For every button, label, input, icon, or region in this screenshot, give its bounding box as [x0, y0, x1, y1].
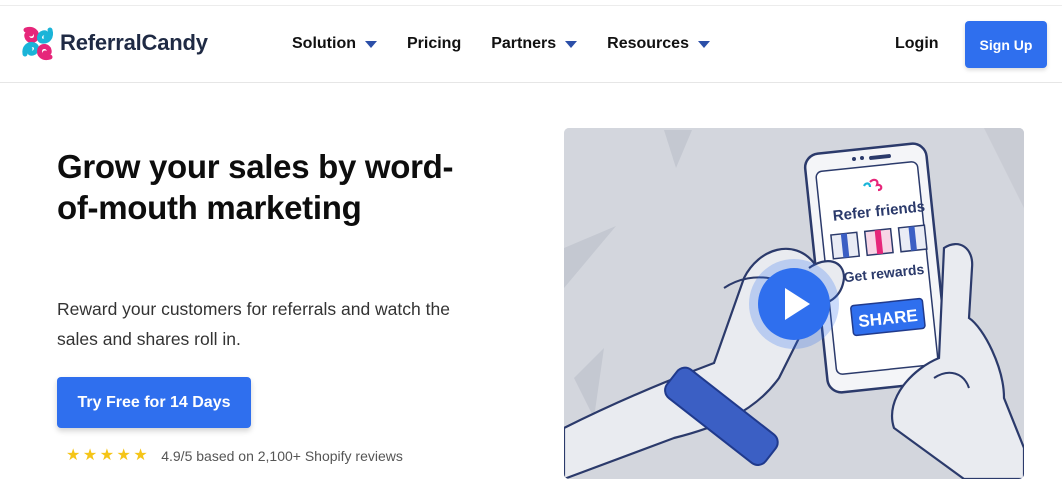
star-icon: ★ — [82, 447, 98, 464]
nav-item-label: Solution — [292, 35, 356, 52]
nav-item-partners[interactable]: Partners — [491, 35, 578, 53]
star-rating: ★ ★ ★ ★ ★ — [66, 447, 150, 465]
rating-summary: ★ ★ ★ ★ ★ 4.9/5 based on 2,100+ Shopify … — [66, 446, 403, 466]
star-icon: ★ — [66, 447, 81, 464]
nav-item-resources[interactable]: Resources — [607, 35, 710, 53]
hero-subtitle: Reward your customers for referrals and … — [57, 299, 450, 349]
nav-item-label: Pricing — [406, 35, 462, 52]
star-icon: ★ — [99, 447, 115, 464]
nav-item-label: Partners — [491, 35, 557, 52]
try-free-button[interactable]: Try Free for 14 Days — [57, 377, 251, 428]
nav-item-pricing[interactable]: Pricing — [407, 35, 461, 53]
site-header: ReferralCandy Solution Pricing Partners … — [0, 6, 1062, 83]
brand-logo[interactable]: ReferralCandy — [19, 22, 208, 64]
rating-text: 4.9/5 based on 2,100+ Shopify reviews — [161, 448, 403, 464]
sign-up-button[interactable]: Sign Up — [965, 21, 1047, 68]
caret-down-icon — [565, 41, 578, 48]
caret-down-icon — [697, 41, 710, 48]
login-link[interactable]: Login — [895, 35, 939, 53]
caret-down-icon — [364, 41, 377, 48]
nav-item-label: Resources — [607, 35, 689, 52]
candy-swirl-logo-icon — [19, 24, 57, 62]
nav-item-solution[interactable]: Solution — [292, 35, 377, 53]
video-illustration: Refer friends Get rewards SHARE — [564, 128, 1024, 479]
hero-video[interactable]: Refer friends Get rewards SHARE — [564, 128, 1024, 479]
hero-title: Grow your sales by word-of-mouth marketi… — [57, 148, 454, 226]
star-icon: ★ — [133, 447, 148, 464]
brand-name: ReferralCandy — [60, 30, 208, 55]
main-nav: Solution Pricing Partners Resources — [292, 30, 740, 58]
star-icon: ★ — [116, 447, 131, 464]
